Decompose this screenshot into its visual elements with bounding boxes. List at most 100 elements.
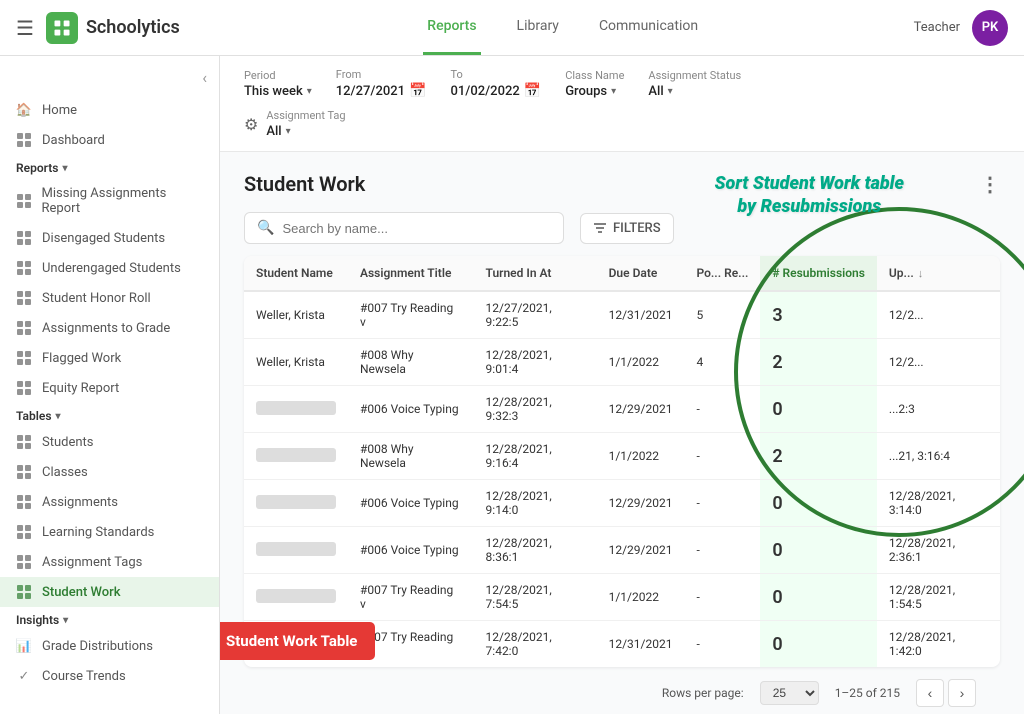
cell-po-re: -	[684, 386, 760, 433]
cell-resubmissions: 0	[760, 527, 877, 574]
sidebar-item-label: Students	[42, 435, 94, 450]
section-reports[interactable]: Reports ▾	[0, 155, 219, 179]
to-label: To	[450, 68, 541, 81]
grid-icon	[16, 464, 32, 480]
cell-resubmissions: 3	[760, 291, 877, 339]
sidebar-item-honor-roll[interactable]: Student Honor Roll	[0, 283, 219, 313]
sidebar-item-label: Assignments	[42, 495, 118, 510]
filter-row-1: Period This week ▾ From 12/27/2021 📅 To	[244, 68, 1000, 99]
tag-label: Assignment Tag	[266, 109, 345, 122]
sidebar-item-grade-distributions[interactable]: 📊 Grade Distributions	[0, 631, 219, 661]
cell-title: #008 Why Newsela	[348, 433, 474, 480]
cell-up: ...21, 3:16:4	[877, 433, 1000, 480]
cell-title: #006 Voice Typing	[348, 386, 474, 433]
cell-title: #008 Why Newsela	[348, 339, 474, 386]
filter-icon[interactable]: ⚙	[244, 115, 258, 134]
sidebar-item-assignments-grade[interactable]: Assignments to Grade	[0, 313, 219, 343]
filter-to: To 01/02/2022 📅	[450, 68, 541, 99]
sidebar-item-label: Equity Report	[42, 381, 119, 396]
sidebar-item-learning-standards[interactable]: Learning Standards	[0, 517, 219, 547]
section-label: Insights	[16, 613, 59, 627]
cell-po-re: -	[684, 527, 760, 574]
sidebar-item-assignment-tags[interactable]: Assignment Tags	[0, 547, 219, 577]
cell-turned-in: 12/28/2021, 9:14:0	[474, 480, 597, 527]
table-row: Weller, Krista #007 Try Reading v 12/27/…	[244, 291, 1000, 339]
search-icon: 🔍	[257, 220, 274, 236]
sidebar-item-home[interactable]: 🏠 Home	[0, 95, 219, 125]
sidebar-item-dashboard[interactable]: Dashboard	[0, 125, 219, 155]
col-turned-in[interactable]: Turned In At	[474, 256, 597, 291]
nav-reports[interactable]: Reports	[423, 0, 480, 55]
sidebar-item-label: Student Work	[42, 585, 121, 600]
sidebar-item-disengaged[interactable]: Disengaged Students	[0, 223, 219, 253]
cell-name	[244, 621, 348, 668]
sidebar-item-student-work[interactable]: Student Work	[0, 577, 219, 607]
sidebar-collapse[interactable]: ‹	[0, 64, 219, 95]
section-tables[interactable]: Tables ▾	[0, 403, 219, 427]
filters-button[interactable]: FILTERS	[580, 213, 674, 244]
cell-po-re: -	[684, 574, 760, 621]
from-value: 12/27/2021 📅	[336, 83, 427, 99]
class-select[interactable]: Groups ▾	[565, 84, 624, 99]
sidebar-item-missing-assignments[interactable]: Missing Assignments Report	[0, 179, 219, 223]
cell-turned-in: 12/28/2021, 7:42:0	[474, 621, 597, 668]
col-assignment-title[interactable]: Assignment Title	[348, 256, 474, 291]
rows-per-page-select[interactable]: 25 50 100	[760, 681, 819, 705]
col-due-date[interactable]: Due Date	[597, 256, 685, 291]
student-work-table: Student Name Assignment Title Turned In …	[244, 256, 1000, 667]
sidebar-item-students[interactable]: Students	[0, 427, 219, 457]
section-title: Student Work ⋮	[244, 172, 1000, 196]
cell-due: 12/29/2021	[597, 480, 685, 527]
sidebar-item-underengaged[interactable]: Underengaged Students	[0, 253, 219, 283]
sidebar-item-label: Learning Standards	[42, 525, 154, 540]
section-insights[interactable]: Insights ▾	[0, 607, 219, 631]
status-select[interactable]: All ▾	[648, 84, 741, 99]
cell-resubmissions: 0	[760, 386, 877, 433]
cell-po-re: -	[684, 621, 760, 668]
col-student-name[interactable]: Student Name	[244, 256, 348, 291]
sidebar-item-label: Missing Assignments Report	[42, 186, 203, 216]
table-row: #007 Try Reading v 12/28/2021, 7:54:5 1/…	[244, 574, 1000, 621]
sidebar-item-classes[interactable]: Classes	[0, 457, 219, 487]
logo-icon	[46, 12, 78, 44]
collapse-icon[interactable]: ‹	[202, 68, 207, 87]
col-po-re[interactable]: Po... Re...	[684, 256, 760, 291]
filter-lines-icon	[593, 221, 607, 235]
hamburger-menu[interactable]: ☰	[16, 16, 34, 40]
sidebar-item-course-trends[interactable]: ✓ Course Trends	[0, 661, 219, 691]
nav-communication[interactable]: Communication	[595, 0, 702, 55]
next-page-button[interactable]: ›	[948, 679, 976, 707]
period-label: Period	[244, 69, 312, 82]
cell-due: 12/31/2021	[597, 621, 685, 668]
sidebar-item-equity[interactable]: Equity Report	[0, 373, 219, 403]
sidebar-item-label: Assignments to Grade	[42, 321, 170, 336]
grid-icon	[16, 584, 32, 600]
chevron-down-icon: ▾	[286, 126, 291, 137]
sidebar-item-assignments[interactable]: Assignments	[0, 487, 219, 517]
tag-select[interactable]: All ▾	[266, 124, 345, 139]
cell-name	[244, 574, 348, 621]
prev-page-button[interactable]: ‹	[916, 679, 944, 707]
avatar[interactable]: PK	[972, 10, 1008, 46]
col-resubmissions[interactable]: # Resubmissions	[760, 256, 877, 291]
sidebar-item-flagged-work[interactable]: Flagged Work	[0, 343, 219, 373]
section-title-text: Student Work	[244, 172, 365, 196]
cell-name	[244, 527, 348, 574]
cell-resubmissions: 0	[760, 621, 877, 668]
cell-po-re: 5	[684, 291, 760, 339]
period-select[interactable]: This week ▾	[244, 84, 312, 99]
dashboard-icon	[16, 132, 32, 148]
grid-icon	[16, 193, 32, 209]
search-input[interactable]	[282, 221, 551, 236]
cell-due: 1/1/2022	[597, 339, 685, 386]
filter-class: Class Name Groups ▾	[565, 69, 624, 99]
pagination-nav: ‹ ›	[916, 679, 976, 707]
more-options-icon[interactable]: ⋮	[980, 172, 1000, 196]
col-up[interactable]: Up... ↓	[877, 256, 1000, 291]
cell-turned-in: 12/28/2021, 9:16:4	[474, 433, 597, 480]
filter-tag: Assignment Tag All ▾	[266, 109, 345, 139]
nav-library[interactable]: Library	[513, 0, 563, 55]
cell-turned-in: 12/27/2021, 9:22:5	[474, 291, 597, 339]
cell-title: #006 Voice Typing	[348, 480, 474, 527]
to-value: 01/02/2022 📅	[450, 83, 541, 99]
